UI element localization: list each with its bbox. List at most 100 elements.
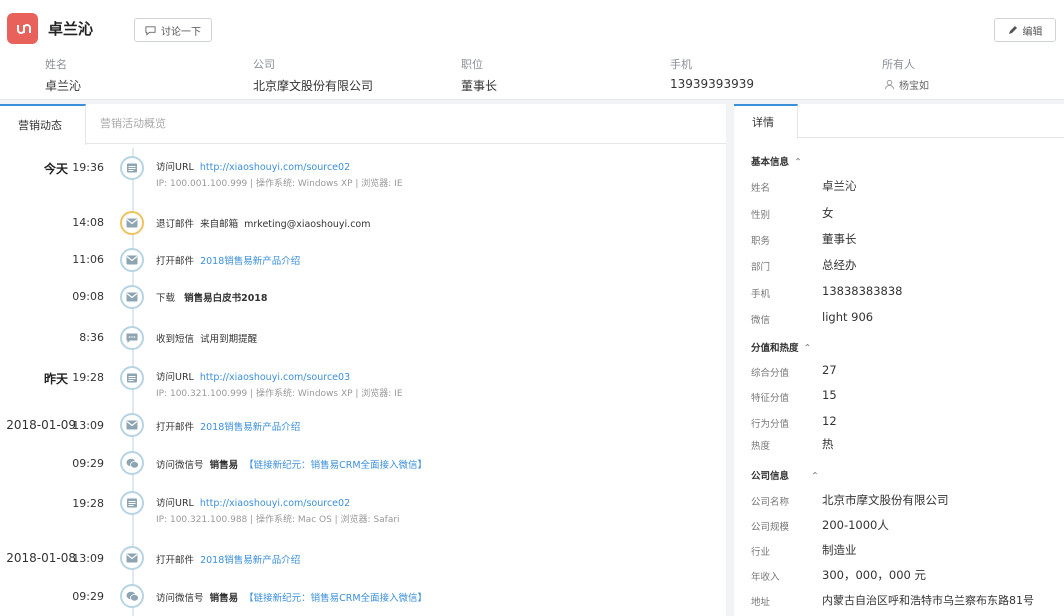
- user-avatar-icon: [884, 79, 895, 90]
- contact-header: 卓兰沁 讨论一下 编辑 姓名 卓兰沁 公司 北京摩文股份有限公司 职位 董事长 …: [0, 0, 1064, 100]
- event-text: 退订邮件 来自邮箱 mrketing@xiaoshouyi.com: [156, 216, 370, 230]
- event-text: 打开邮件 2018销售易新产品介绍: [156, 552, 300, 566]
- section-title: 基本信息: [751, 157, 790, 168]
- event-action: 打开邮件: [156, 555, 195, 566]
- event-link[interactable]: 2018销售易新产品介绍: [200, 422, 300, 433]
- detail-key: 特征分值: [751, 393, 790, 404]
- section-title: 公司信息: [751, 471, 790, 482]
- web-page-icon: [120, 156, 144, 180]
- detail-value: 董事长: [822, 232, 857, 246]
- event-time: 11:06: [72, 253, 104, 266]
- wechat-icon: [120, 584, 144, 608]
- event-action: 收到短信: [156, 334, 195, 345]
- event-time: 09:29: [72, 457, 104, 470]
- event-text: 访问URL http://xiaoshouyi.com/source03: [156, 369, 350, 383]
- detail-value: 27: [822, 363, 837, 377]
- detail-key: 微信: [751, 315, 771, 326]
- event-extra: 来自邮箱: [200, 219, 239, 230]
- detail-key: 职务: [751, 236, 771, 247]
- section-title: 分值和热度: [751, 343, 799, 354]
- event-time: 09:08: [72, 290, 104, 303]
- date-label: 2018-01-09: [6, 418, 76, 432]
- detail-value: 15: [822, 388, 837, 402]
- pencil-icon: [1008, 26, 1017, 34]
- event-link[interactable]: 2018销售易新产品介绍: [200, 555, 300, 566]
- mail-icon: [120, 211, 144, 235]
- chat-bubble-icon: [145, 25, 156, 36]
- section-company-info[interactable]: 公司信息 ⌃: [751, 468, 819, 482]
- detail-value: 热: [822, 437, 834, 451]
- event-time: 09:29: [72, 590, 104, 603]
- event-link[interactable]: http://xiaoshouyi.com/source02: [200, 162, 350, 173]
- app-logo-icon: [7, 13, 38, 44]
- detail-value: 300，000，000 元: [822, 568, 927, 582]
- event-detail: IP: 100.001.100.999 | 操作系统: Windows XP |…: [156, 179, 403, 189]
- field-label-phone: 手机: [670, 58, 692, 71]
- section-basic-info[interactable]: 基本信息 ⌃: [751, 154, 802, 168]
- owner-link[interactable]: 杨宝如: [884, 77, 929, 92]
- detail-key: 行为分值: [751, 419, 790, 430]
- event-time: 14:08: [72, 216, 104, 229]
- event-text: 访问URL http://xiaoshouyi.com/source02: [156, 495, 350, 509]
- event-link[interactable]: http://xiaoshouyi.com/source03: [200, 372, 350, 383]
- field-label-company: 公司: [253, 58, 275, 71]
- detail-value: light 906: [822, 310, 874, 324]
- collapse-icon[interactable]: ⌃: [794, 157, 802, 168]
- tab-marketing-activity[interactable]: 营销动态: [0, 104, 86, 145]
- detail-value: 内蒙古自治区呼和浩特市乌兰察布东路81号: [822, 594, 1034, 607]
- mail-icon: [120, 285, 144, 309]
- event-detail: IP: 100.321.100.999 | 操作系统: Windows XP |…: [156, 389, 403, 399]
- event-action: 下载: [156, 293, 176, 304]
- detail-key: 手机: [751, 289, 771, 300]
- event-detail: IP: 100.321.100.988 | 操作系统: Mac OS | 浏览器…: [156, 515, 400, 525]
- collapse-icon[interactable]: ⌃: [811, 471, 819, 482]
- event-text: 访问URL http://xiaoshouyi.com/source02: [156, 159, 350, 173]
- event-link[interactable]: 2018销售易新产品介绍: [200, 256, 300, 267]
- event-email: mrketing@xiaoshouyi.com: [244, 219, 371, 230]
- discuss-label: 讨论一下: [161, 26, 201, 38]
- event-action: 访问URL: [156, 372, 194, 383]
- date-label: 昨天: [43, 372, 68, 386]
- detail-value: 200-1000人: [822, 518, 889, 532]
- collapse-icon[interactable]: ⌃: [804, 343, 812, 354]
- event-action: 访问微信号: [156, 460, 204, 471]
- event-target: 销售易白皮书2018: [184, 293, 268, 304]
- details-panel: 详情 基本信息 ⌃ 姓名 卓兰沁 性别 女 职务 董事长 部门 总经办 手机 13…: [734, 104, 1064, 616]
- activity-tabs: 营销动态 营销活动概览: [0, 104, 726, 145]
- detail-key: 部门: [751, 262, 771, 273]
- event-text: 收到短信 试用到期提醒: [156, 331, 257, 345]
- detail-key: 行业: [751, 547, 771, 558]
- event-action: 访问微信号: [156, 593, 204, 604]
- event-link[interactable]: 【链接新纪元：销售易CRM全面接入微信】: [244, 593, 427, 604]
- field-value-position: 董事长: [461, 79, 498, 93]
- event-link[interactable]: 【链接新纪元：销售易CRM全面接入微信】: [244, 460, 427, 471]
- detail-key: 公司名称: [751, 497, 790, 508]
- field-value-phone: 13939393939: [670, 77, 754, 91]
- event-time: 8:36: [79, 331, 104, 344]
- details-tabs: 详情: [734, 104, 1064, 139]
- discuss-button[interactable]: 讨论一下: [134, 18, 212, 42]
- detail-key: 热度: [751, 441, 771, 452]
- event-action: 访问URL: [156, 162, 194, 173]
- web-page-icon: [120, 491, 144, 515]
- sms-icon: [120, 326, 144, 350]
- wechat-icon: [120, 451, 144, 475]
- event-link[interactable]: http://xiaoshouyi.com/source02: [200, 498, 350, 509]
- date-label: 今天: [43, 162, 68, 176]
- detail-value: 总经办: [822, 258, 857, 272]
- event-action: 打开邮件: [156, 422, 195, 433]
- event-text: 打开邮件 2018销售易新产品介绍: [156, 253, 300, 267]
- event-target: 销售易: [209, 460, 239, 471]
- event-time: 19:28: [72, 371, 104, 384]
- edit-button[interactable]: 编辑: [994, 18, 1056, 42]
- event-text: 打开邮件 2018销售易新产品介绍: [156, 419, 300, 433]
- tab-details[interactable]: 详情: [734, 104, 798, 139]
- field-label-name: 姓名: [45, 58, 67, 71]
- tab-campaign-overview[interactable]: 营销活动概览: [100, 104, 166, 144]
- web-page-icon: [120, 366, 144, 390]
- detail-key: 公司规模: [751, 522, 790, 533]
- detail-value: 13838383838: [822, 284, 903, 298]
- detail-key: 性别: [751, 210, 771, 221]
- section-score-heat[interactable]: 分值和热度 ⌃: [751, 340, 811, 354]
- mail-icon: [120, 546, 144, 570]
